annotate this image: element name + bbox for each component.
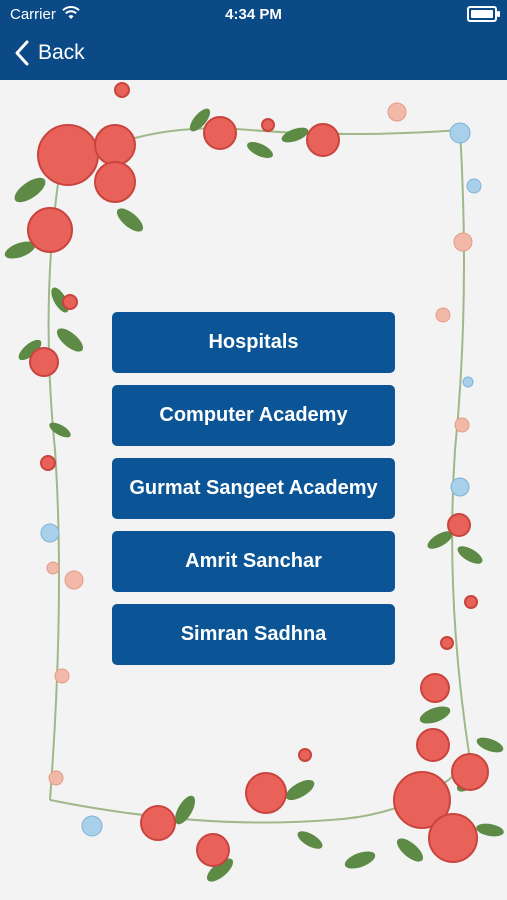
nav-bar: Carrier 4:34 PM Back [0,0,507,80]
back-label: Back [38,41,85,64]
computer-academy-button[interactable]: Computer Academy [112,385,395,446]
menu-list: Hospitals Computer Academy Gurmat Sangee… [112,312,395,677]
gurmat-sangeet-academy-button[interactable]: Gurmat Sangeet Academy [112,458,395,519]
battery-icon [467,6,500,22]
chevron-left-icon [15,40,29,66]
back-button[interactable]: Back [12,38,85,68]
status-bar: Carrier 4:34 PM [0,0,507,28]
hospitals-button[interactable]: Hospitals [112,312,395,373]
simran-sadhna-button[interactable]: Simran Sadhna [112,604,395,665]
amrit-sanchar-button[interactable]: Amrit Sanchar [112,531,395,592]
status-time: 4:34 PM [225,6,282,23]
